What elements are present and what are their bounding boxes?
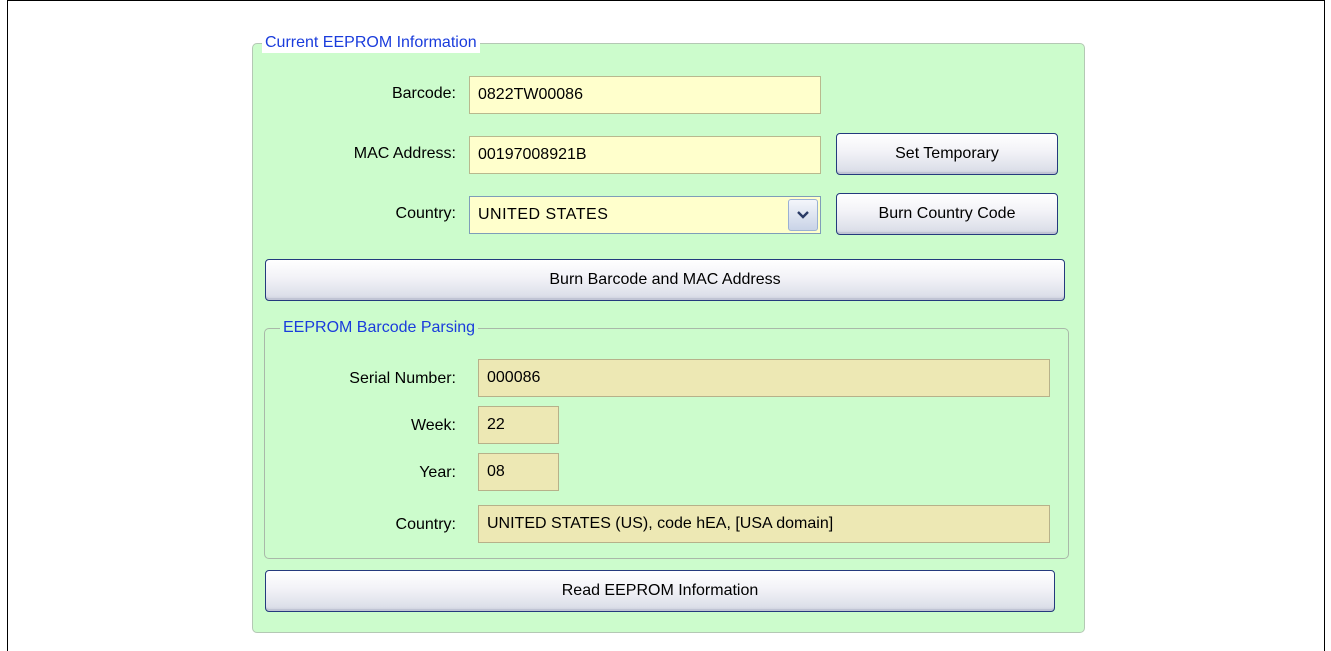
parsed-country-field[interactable]: UNITED STATES (US), code hEA, [USA domai…: [478, 505, 1050, 543]
read-eeprom-button[interactable]: Read EEPROM Information: [265, 570, 1055, 612]
week-field[interactable]: 22: [478, 406, 559, 444]
burn-country-code-button[interactable]: Burn Country Code: [836, 193, 1058, 235]
mac-address-input[interactable]: 00197008921B: [469, 136, 821, 174]
year-label: Year:: [419, 464, 456, 481]
country-select-value: UNITED STATES: [478, 206, 609, 223]
country-label: Country:: [395, 205, 456, 222]
chevron-down-icon[interactable]: [788, 199, 818, 231]
serial-number-field[interactable]: 000086: [478, 359, 1050, 397]
mac-address-label: MAC Address:: [353, 145, 456, 162]
barcode-input[interactable]: 0822TW00086: [469, 76, 821, 114]
barcode-label: Barcode:: [391, 85, 456, 102]
year-field[interactable]: 08: [478, 453, 559, 491]
set-temporary-button[interactable]: Set Temporary: [836, 133, 1058, 175]
country-select[interactable]: UNITED STATES: [469, 196, 821, 234]
burn-barcode-mac-button[interactable]: Burn Barcode and MAC Address: [265, 259, 1065, 301]
barcode-parsing-title: EEPROM Barcode Parsing: [280, 318, 479, 338]
parsed-country-label: Country:: [395, 516, 456, 533]
group-title: Current EEPROM Information: [262, 33, 480, 53]
serial-number-label: Serial Number:: [349, 370, 456, 387]
week-label: Week:: [410, 417, 456, 434]
